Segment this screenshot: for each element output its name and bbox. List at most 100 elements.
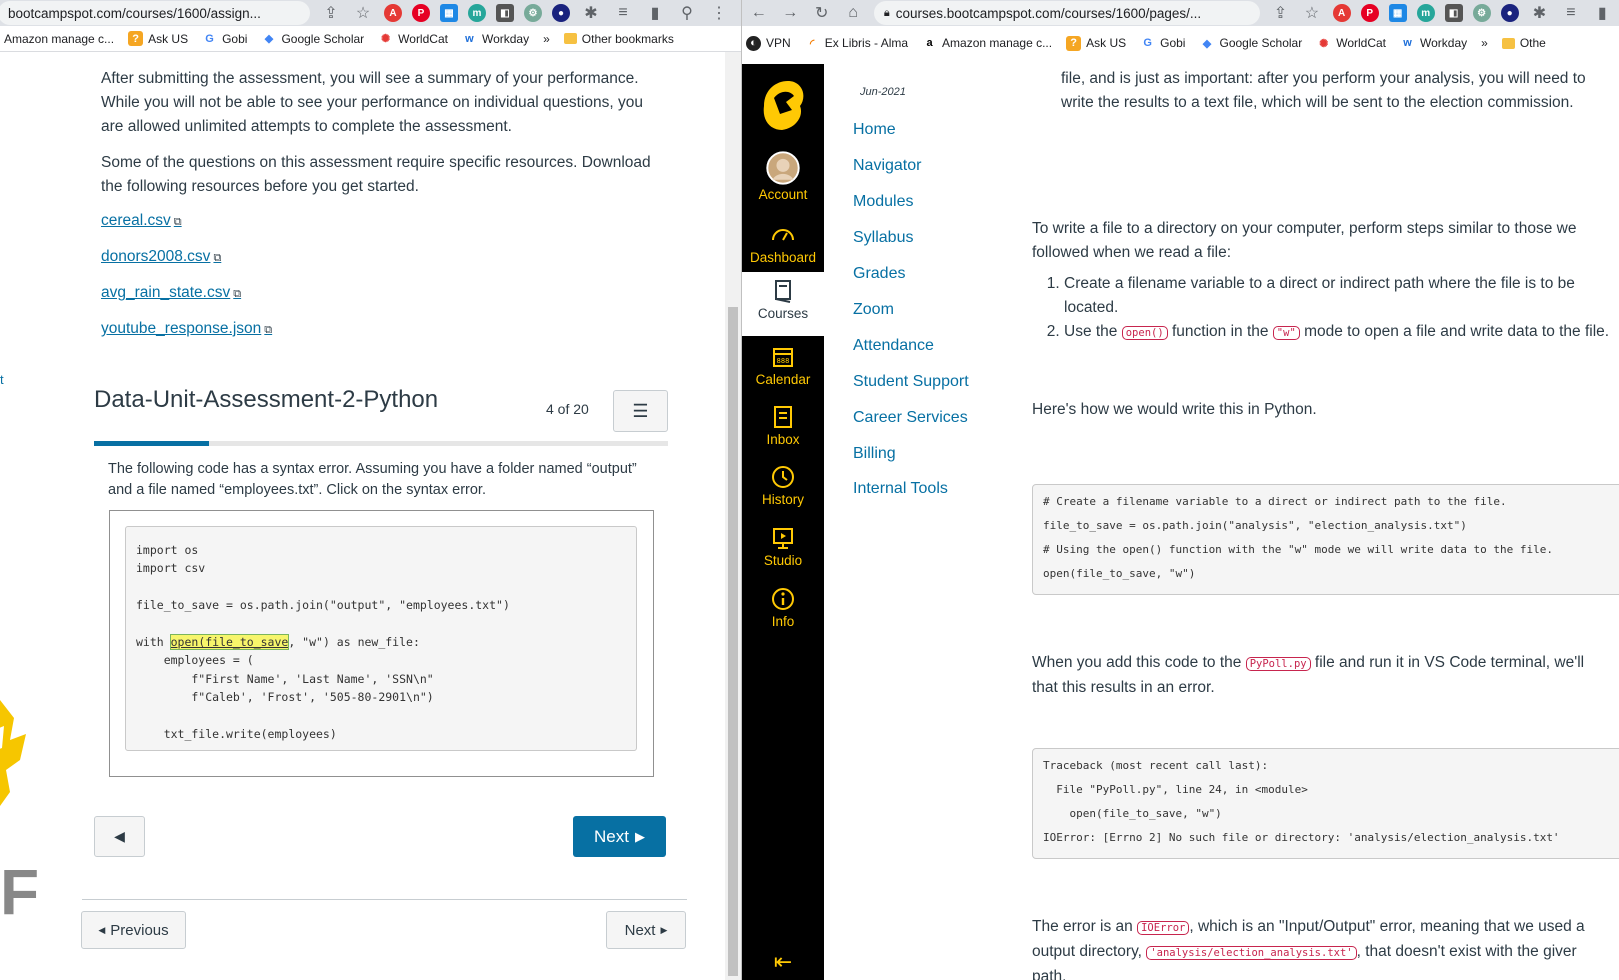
extension-icon[interactable]: ◧ (496, 4, 514, 22)
bookmark-vpn[interactable]: ◐ VPN (746, 35, 791, 51)
extension-icon[interactable]: ▦ (1388, 4, 1407, 22)
bookmark-worldcat[interactable]: ✺ WorldCat (378, 31, 448, 46)
bookmark-google-scholar[interactable]: ◆ Google Scholar (261, 31, 364, 46)
bookmark-gobi[interactable]: G Gobi (202, 31, 247, 46)
back-icon[interactable]: ← (748, 2, 769, 24)
previous-question-button[interactable]: ◀ (94, 816, 145, 857)
next-page-button[interactable]: Next ▶ (606, 911, 686, 949)
ucf-logo-link[interactable] (742, 76, 824, 136)
code-line[interactable]: f"First Name', 'Last Name', 'SSN\n" (136, 670, 626, 688)
menu-dots-icon[interactable]: ⋮ (708, 2, 730, 24)
code-line: open(file_to_save, "w") (1043, 807, 1222, 820)
course-nav-home[interactable]: Home (853, 121, 896, 139)
nav-courses[interactable]: Courses (742, 272, 824, 336)
page-scrollbar[interactable] (725, 52, 741, 980)
bookmark-workday[interactable]: w Workday (1400, 36, 1467, 51)
bookmark-workday[interactable]: w Workday (462, 31, 529, 46)
code-line[interactable]: employees = ( (136, 651, 626, 669)
bookmark-star-icon[interactable]: ☆ (352, 2, 374, 24)
bookmark-google-scholar[interactable]: ◆ Google Scholar (1199, 36, 1302, 51)
nav-studio[interactable]: Studio (742, 525, 824, 568)
puzzle-icon[interactable]: ✱ (1529, 2, 1550, 24)
extension-icon[interactable]: ▦ (440, 4, 458, 22)
reading-list-icon[interactable]: ≡ (1560, 2, 1581, 24)
question-list-button[interactable]: ☰ (613, 390, 668, 432)
button-label: Next (594, 826, 629, 846)
bookmark-exlibris[interactable]: ◜ Ex Libris - Alma (805, 36, 908, 51)
bookmark-ask-us[interactable]: ? Ask US (1066, 35, 1126, 51)
code-line[interactable]: f"Caleb', 'Frost', '505-80-2901\n") (136, 688, 626, 706)
gear-extension-icon[interactable]: ⚙ (1472, 4, 1491, 22)
sidepanel-icon[interactable]: ▮ (644, 2, 666, 24)
bookmark-gobi[interactable]: G Gobi (1140, 36, 1185, 51)
bookmark-amazon[interactable]: a Amazon manage c... (922, 36, 1052, 51)
course-nav-student-support[interactable]: Student Support (853, 373, 969, 391)
course-nav-grades[interactable]: Grades (853, 265, 905, 283)
nav-account[interactable]: Account (742, 151, 824, 202)
scrollbar-thumb[interactable] (728, 307, 738, 976)
m-extension-icon[interactable]: m (1416, 4, 1435, 22)
pinterest-icon[interactable]: P (1360, 4, 1379, 22)
home-icon[interactable]: ⌂ (842, 2, 863, 24)
url-bar[interactable]: 🔒︎ courses.bootcampspot.com/courses/1600… (873, 1, 1260, 25)
globe-extension-icon[interactable]: ● (1500, 4, 1519, 22)
code-line[interactable] (136, 707, 626, 725)
course-nav-internal-tools[interactable]: Internal Tools (853, 480, 948, 498)
bookmark-amazon[interactable]: Amazon manage c... (4, 32, 114, 46)
bookmark-label: Workday (481, 31, 530, 46)
bookmark-other[interactable]: Othe (1501, 36, 1546, 50)
code-line[interactable] (136, 615, 626, 633)
external-link-icon: ⧉ (213, 252, 222, 264)
share-icon[interactable]: ⇪ (320, 2, 342, 24)
nav-calendar[interactable]: 888 Calendar (742, 344, 824, 387)
profile-icon[interactable]: ⚲ (676, 2, 698, 24)
forward-icon[interactable]: → (779, 2, 800, 24)
adblock-icon[interactable]: A (1332, 4, 1351, 22)
bookmark-other[interactable]: Other bookmarks (563, 32, 674, 46)
clipped-link-text[interactable]: t (0, 372, 4, 387)
code-line[interactable]: import os (136, 541, 626, 559)
bookmark-star-icon[interactable]: ☆ (1301, 2, 1322, 24)
course-nav-zoom[interactable]: Zoom (853, 301, 894, 319)
bookmark-worldcat[interactable]: ✺ WorldCat (1316, 36, 1386, 51)
collapse-nav-button[interactable]: ⇤ (742, 949, 824, 975)
puzzle-icon[interactable]: ✱ (580, 2, 602, 24)
globe-extension-icon[interactable]: ● (552, 4, 570, 22)
bookmark-ask-us[interactable]: ? Ask US (128, 31, 188, 46)
code-line[interactable]: import csv (136, 559, 626, 577)
previous-page-button[interactable]: ◀ Previous (81, 911, 186, 949)
code-line[interactable]: with open(file_to_save, "w") as new_file… (136, 633, 626, 651)
nav-inbox[interactable]: Inbox (742, 404, 824, 447)
resource-link[interactable]: avg_rain_state.csv ⧉ (101, 284, 241, 302)
gear-extension-icon[interactable]: ⚙ (524, 4, 542, 22)
nav-dashboard[interactable]: Dashboard (742, 222, 824, 265)
course-nav-syllabus[interactable]: Syllabus (853, 229, 913, 247)
resource-link[interactable]: youtube_response.json ⧉ (101, 320, 272, 338)
course-nav-navigator[interactable]: Navigator (853, 157, 921, 175)
code-line[interactable]: file_to_save = os.path.join("output", "e… (136, 596, 626, 614)
reload-icon[interactable]: ↻ (811, 2, 832, 24)
nav-history[interactable]: History (742, 464, 824, 507)
url-bar[interactable]: bootcampspot.com/courses/1600/assign... (0, 1, 310, 25)
course-nav-modules[interactable]: Modules (853, 193, 913, 211)
resource-link[interactable]: cereal.csv ⧉ (101, 212, 182, 230)
extension-icon[interactable]: ◧ (1444, 4, 1463, 22)
pinterest-icon[interactable]: P (412, 4, 430, 22)
sidepanel-icon[interactable]: ▮ (1592, 2, 1613, 24)
question-icon: ? (128, 31, 144, 46)
highlighted-code-token[interactable]: open(file_to_save (169, 634, 290, 651)
course-nav-billing[interactable]: Billing (853, 445, 896, 463)
bookmarks-overflow[interactable]: » (1481, 36, 1488, 50)
share-icon[interactable]: ⇪ (1270, 2, 1291, 24)
next-question-button[interactable]: Next ▶ (573, 816, 666, 857)
nav-info[interactable]: Info (742, 586, 824, 629)
resource-link[interactable]: donors2008.csv ⧉ (101, 248, 221, 266)
bookmarks-overflow[interactable]: » (543, 32, 550, 46)
adblock-icon[interactable]: A (384, 4, 402, 22)
code-line[interactable]: txt_file.write(employees) (136, 725, 626, 743)
course-nav-attendance[interactable]: Attendance (853, 337, 934, 355)
code-line[interactable] (136, 578, 626, 596)
course-nav-career-services[interactable]: Career Services (853, 409, 968, 427)
reading-list-icon[interactable]: ≡ (612, 2, 634, 24)
m-extension-icon[interactable]: m (468, 4, 486, 22)
